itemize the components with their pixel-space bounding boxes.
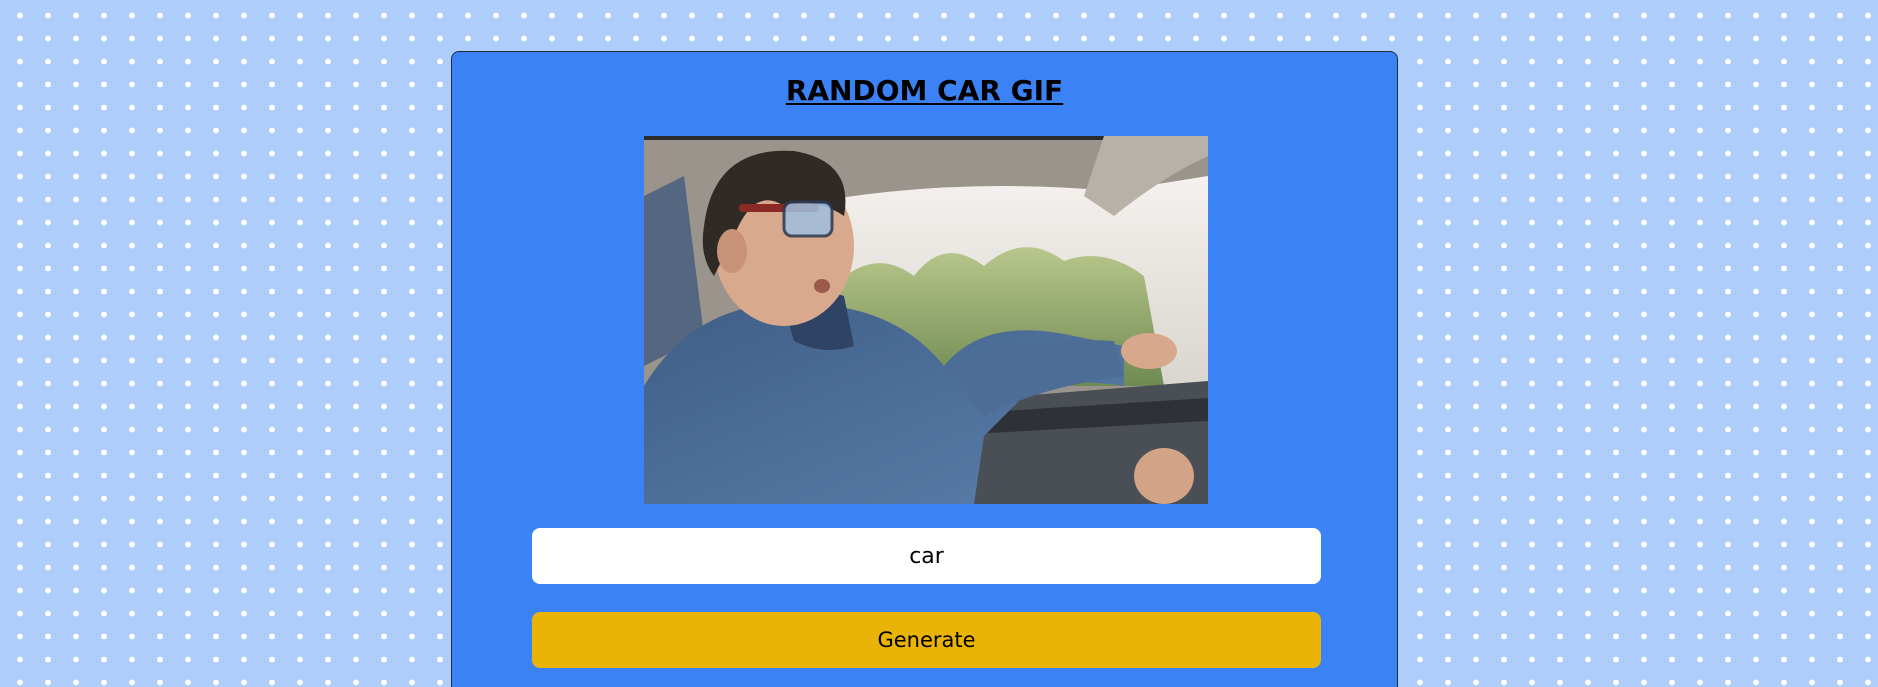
search-input[interactable] [532, 528, 1321, 584]
car-gif-image [644, 136, 1208, 504]
page-title: RANDOM CAR GIF [785, 74, 1064, 107]
generate-button[interactable]: Generate [532, 612, 1321, 668]
gif-card: RANDOM CAR GIF car Generate [451, 51, 1398, 687]
